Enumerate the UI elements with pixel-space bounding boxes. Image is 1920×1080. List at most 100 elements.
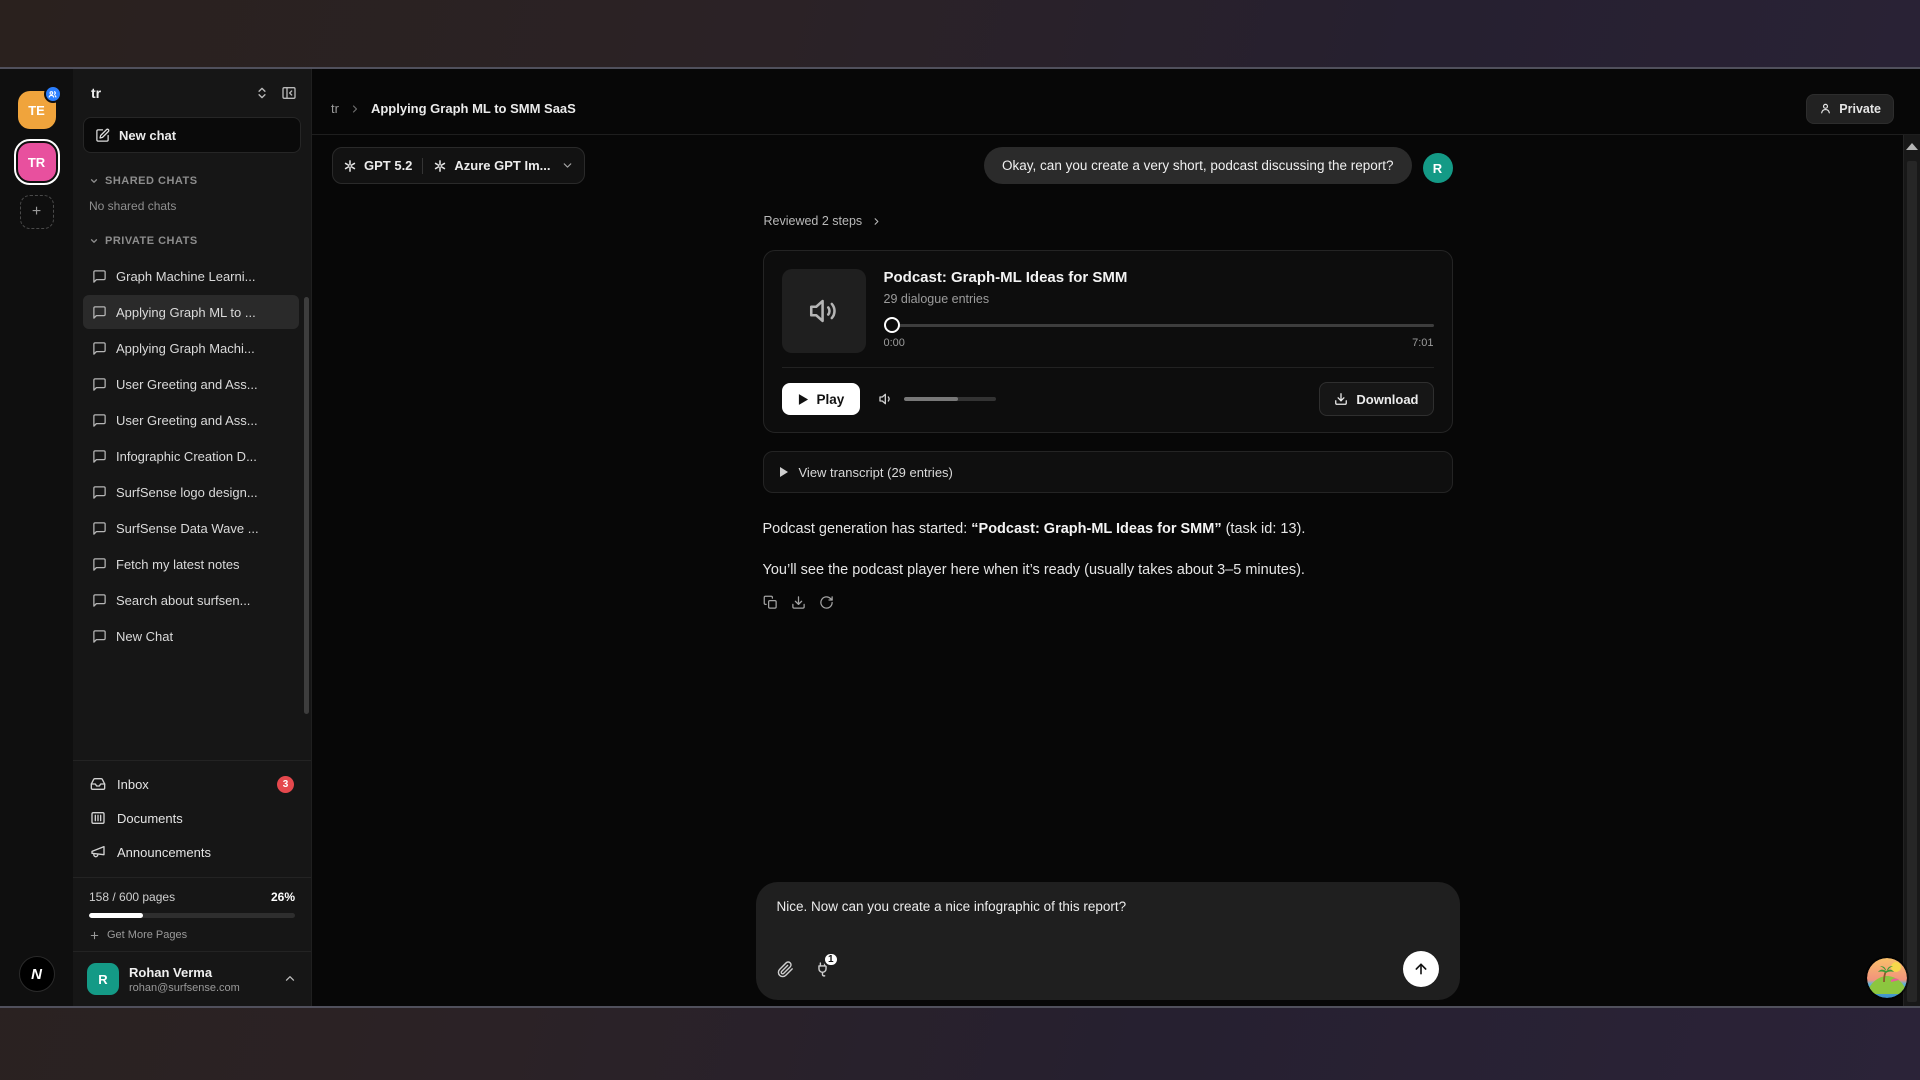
message-square-icon: [92, 377, 107, 392]
model-primary[interactable]: GPT 5.2: [343, 158, 412, 173]
new-chat-button[interactable]: New chat: [83, 117, 301, 153]
sidebar-bottom: Inbox 3 Documents Announcements 158 / 60…: [73, 760, 311, 1006]
triangle-right-icon: [780, 467, 788, 477]
chat-item-label: Fetch my latest notes: [116, 557, 240, 572]
message-square-icon: [92, 341, 107, 356]
profile-email: rohan@surfsense.com: [129, 982, 240, 994]
chat-item[interactable]: Search about surfsen...: [83, 583, 299, 617]
reviewed-steps-toggle[interactable]: Reviewed 2 steps: [764, 214, 1453, 228]
chat-item[interactable]: User Greeting and Ass...: [83, 403, 299, 437]
chat-item-active[interactable]: Applying Graph ML to ...: [83, 295, 299, 329]
sidebar-item-announcements[interactable]: Announcements: [73, 835, 311, 869]
private-button[interactable]: Private: [1806, 94, 1894, 124]
model-secondary-label: Azure GPT Im...: [454, 158, 550, 173]
panel-left-close-icon[interactable]: [281, 85, 297, 101]
sidebar: tr New chat SHARED CHATS No shared chats: [73, 69, 312, 1006]
model-primary-label: GPT 5.2: [364, 158, 412, 173]
chat-item[interactable]: User Greeting and Ass...: [83, 367, 299, 401]
podcast-title: Podcast: Graph-ML Ideas for SMM: [884, 269, 1434, 286]
breadcrumb-root[interactable]: tr: [331, 101, 339, 116]
chat-item-label: SurfSense logo design...: [116, 485, 258, 500]
new-chat-label: New chat: [119, 128, 176, 143]
private-label: Private: [1839, 102, 1881, 116]
paperclip-icon[interactable]: [777, 961, 794, 978]
nextjs-n-icon: N: [31, 966, 42, 983]
download-button[interactable]: Download: [1319, 382, 1433, 416]
scroll-up-arrow-icon[interactable]: [1906, 143, 1918, 150]
user-message-row: Okay, can you create a very short, podca…: [763, 147, 1453, 184]
refresh-icon[interactable]: [819, 595, 834, 610]
connectors-button[interactable]: 1: [814, 961, 831, 978]
openai-logo-icon: [433, 159, 447, 173]
profile-avatar: R: [87, 963, 119, 995]
main-scrollbar-thumb[interactable]: [1907, 161, 1917, 1002]
add-workspace-button[interactable]: +: [20, 195, 54, 229]
workspace-te-button[interactable]: TE: [18, 91, 56, 129]
usage-progress-fill: [89, 913, 143, 918]
app-window: TE TR + N tr: [0, 67, 1920, 1008]
main-header: tr Applying Graph ML to SMM SaaS Private: [312, 69, 1920, 135]
megaphone-icon: [90, 844, 106, 860]
reviewed-steps-label: Reviewed 2 steps: [764, 214, 863, 228]
inbox-badge: 3: [277, 776, 294, 793]
profile-menu[interactable]: R Rohan Verma rohan@surfsense.com: [73, 951, 311, 1006]
assistant-message-line2: You’ll see the podcast player here when …: [763, 560, 1453, 581]
chevron-down-icon: [89, 236, 99, 246]
chat-item[interactable]: Applying Graph Machi...: [83, 331, 299, 365]
send-button[interactable]: [1403, 951, 1439, 987]
podcast-seek-slider[interactable]: [884, 316, 1434, 334]
private-chats-header[interactable]: PRIVATE CHATS: [73, 235, 311, 247]
chevrons-up-down-icon[interactable]: [255, 86, 269, 100]
user-message-bubble: Okay, can you create a very short, podca…: [984, 147, 1411, 184]
volume-slider[interactable]: [904, 397, 996, 401]
play-label: Play: [817, 392, 845, 407]
message-square-icon: [92, 557, 107, 572]
chat-item[interactable]: Fetch my latest notes: [83, 547, 299, 581]
message-actions: [763, 595, 1453, 610]
chat-item[interactable]: Infographic Creation D...: [83, 439, 299, 473]
get-more-pages-button[interactable]: Get More Pages: [89, 929, 295, 941]
sidebar-item-inbox[interactable]: Inbox 3: [73, 767, 311, 801]
copy-icon[interactable]: [763, 595, 778, 610]
usage-meter: 158 / 600 pages 26%: [73, 878, 311, 918]
private-chats-title: PRIVATE CHATS: [105, 235, 198, 247]
chat-item[interactable]: New Chat: [83, 619, 299, 653]
message-square-icon: [92, 305, 107, 320]
workspace-name: tr: [91, 85, 101, 101]
documents-icon: [90, 810, 106, 826]
message-square-icon: [92, 521, 107, 536]
status-podcast-name: “Podcast: Graph-ML Ideas for SMM”: [971, 521, 1221, 537]
breadcrumb-current: Applying Graph ML to SMM SaaS: [371, 101, 576, 116]
nextjs-dev-badge[interactable]: N: [19, 956, 55, 992]
message-input[interactable]: Nice. Now can you create a nice infograp…: [777, 899, 1439, 917]
chat-item[interactable]: SurfSense logo design...: [83, 475, 299, 509]
people-badge-icon: [44, 85, 62, 103]
main-scrollbar[interactable]: [1903, 135, 1920, 1006]
person-icon: [1819, 102, 1832, 115]
workspace-te-initials: TE: [28, 103, 45, 118]
message-square-icon: [92, 449, 107, 464]
download-icon[interactable]: [791, 595, 806, 610]
chevron-right-icon: [871, 216, 882, 227]
workspace-tr-button[interactable]: TR: [18, 143, 56, 181]
sidebar-item-documents[interactable]: Documents: [73, 801, 311, 835]
chat-item[interactable]: Graph Machine Learni...: [83, 259, 299, 293]
chat-item[interactable]: SurfSense Data Wave ...: [83, 511, 299, 545]
podcast-seek-thumb[interactable]: [884, 317, 900, 333]
view-transcript-toggle[interactable]: View transcript (29 entries): [763, 451, 1453, 493]
shared-chats-header[interactable]: SHARED CHATS: [73, 175, 311, 187]
model-secondary[interactable]: Azure GPT Im...: [433, 158, 550, 173]
workspace-tr-initials: TR: [28, 155, 45, 170]
status-prefix: Podcast generation has started:: [763, 521, 972, 537]
podcast-thumbnail: [782, 269, 866, 353]
sidebar-scrollbar-thumb[interactable]: [304, 297, 309, 714]
play-button[interactable]: Play: [782, 383, 861, 415]
play-icon: [798, 393, 809, 406]
plus-icon: [89, 930, 100, 941]
podcast-seek-track: [886, 324, 1434, 327]
plus-icon: +: [32, 203, 41, 221]
inbox-icon: [90, 776, 106, 792]
chevron-down-icon[interactable]: [561, 159, 574, 172]
user-avatar: R: [1423, 153, 1453, 183]
volume-icon[interactable]: [878, 391, 894, 407]
